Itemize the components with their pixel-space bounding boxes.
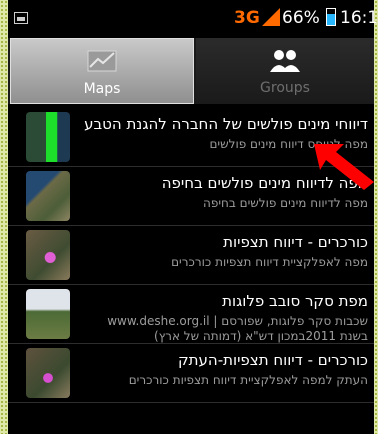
map-thumbnail — [26, 348, 70, 398]
battery-percent: 66% — [282, 8, 320, 28]
map-title: כורכרים - דיווח תצפיות — [223, 233, 368, 251]
signal-icon — [262, 8, 280, 26]
map-list-item[interactable]: כורכרים - דיווח תצפיות-העתק העתק למפה לא… — [8, 344, 374, 403]
map-subtitle: העתק למפה לאפלקציית דיווח תצפיות כורכרים — [128, 373, 368, 387]
map-title: מפת סקר סובב פלוגות — [222, 292, 368, 310]
map-subtitle: מפה לדיווח מינים פולשים בחיפה — [203, 196, 368, 210]
notification-icon — [14, 12, 28, 24]
tab-maps-label: Maps — [83, 81, 121, 97]
map-thumbnail — [26, 289, 70, 339]
battery-icon — [326, 8, 336, 26]
status-bar: 3G 66% 16:14 — [8, 0, 378, 38]
battery-level — [327, 14, 335, 25]
map-title: דיווחי מינים פולשים של החברה להגנת הטבע — [84, 115, 368, 133]
tab-groups[interactable]: Groups — [196, 38, 374, 104]
map-thumbnail — [26, 230, 70, 280]
map-thumbnail — [26, 171, 70, 221]
map-list-item[interactable]: כורכרים - דיווח תצפיות מפה לאפלקציית דיו… — [8, 226, 374, 285]
map-subtitle: מפה לאפלקציית דיווח תצפיות כורכרים — [171, 255, 368, 269]
map-icon — [87, 50, 117, 72]
clock: 16:14 — [340, 8, 378, 28]
groups-icon — [270, 50, 300, 72]
map-thumbnail — [26, 112, 70, 162]
map-list-item[interactable]: מפת סקר סובב פלוגות שכבות סקר פלוגות, שפ… — [8, 285, 374, 344]
network-type: 3G — [234, 8, 260, 28]
tab-maps[interactable]: Maps — [10, 38, 194, 104]
tab-bar: Maps Groups — [8, 38, 374, 104]
map-subtitle: שכבות סקר פלוגות, שפורסם | www.deshe.org… — [107, 314, 368, 343]
tab-groups-label: Groups — [260, 80, 310, 96]
map-title: כורכרים - דיווח תצפיות-העתק — [178, 351, 368, 369]
red-arrow-icon — [314, 144, 374, 190]
